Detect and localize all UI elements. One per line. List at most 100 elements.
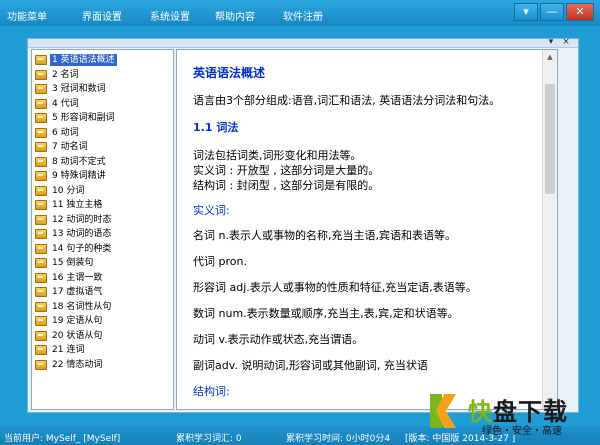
tree-item-label: 5 形容词和副词 [52,113,115,123]
tree-item-label: 22 情态动词 [52,359,103,370]
book-icon [35,84,47,94]
content-subheading: 实义词: [193,204,230,217]
book-icon [35,113,47,123]
tree-item-label: 20 状语从句 [52,330,103,341]
tree-item[interactable]: 17 虚拟语气 [35,286,104,298]
tree-item[interactable]: 20 状语从句 [35,330,104,342]
tree-item[interactable]: 3 冠词和数词 [35,83,108,95]
book-icon [35,69,47,80]
frame-header: ▾ × [28,37,578,48]
book-icon [35,229,47,239]
content-paragraph: 代词 pron. [193,255,247,268]
book-icon [35,127,47,138]
status-words: 累积学习词汇: 0 [176,434,242,444]
content-paragraph: 词法包括词类,词形变化和用法等。 [193,149,362,162]
tree-item-label: 15 倒装句 [52,258,94,268]
tree-item-label: 1 英语语法概述 [50,54,117,66]
tree-item-label: 18 名词性从句 [52,301,112,312]
tree-item[interactable]: 15 倒装句 [35,257,95,269]
book-icon [35,243,47,254]
dropdown-button[interactable]: ▾ [514,3,538,21]
tree-item[interactable]: 8 动词不定式 [35,156,108,168]
tree-item[interactable]: 9 特殊词精讲 [35,170,108,182]
content-body: 英语语法概述 语言由3个部分组成:语音,词汇和语法, 英语语法分词法和句法。 1… [193,65,543,399]
menu-register[interactable]: 软件注册 [283,8,323,23]
tree-item-label: 19 定语从句 [52,316,103,326]
tree-item-label: 11 独立主格 [52,200,103,210]
frame-tools: ▾ × [542,37,572,47]
content-paragraph: 副词adv. 说明动词,形容词或其他副词, 充当状语 [193,359,428,372]
frame-close-icon[interactable]: × [560,37,572,47]
book-icon [35,272,47,283]
window-controls: ▾ — ✕ [512,3,594,21]
chapter-tree[interactable]: 1 英语语法概述 2 名词 3 冠词和数词 4 代词 5 形容词和副词 6 动词 7 动名词… [31,49,174,410]
tree-item-label: 4 代词 [52,98,79,109]
content-paragraph: 结构词 : 封闭型 , 这部分词是有限的。 [193,179,380,192]
tree-item-label: 10 分词 [52,185,85,196]
tree-item[interactable]: 22 情态动词 [35,359,104,371]
watermark-subtitle: 绿色・安全・高速 [482,426,562,437]
content-title: 英语语法概述 [193,66,266,80]
tree-item-label: 13 动词的语态 [52,229,112,239]
menu-ui-settings[interactable]: 界面设置 [82,8,122,23]
book-icon [35,301,47,312]
minimize-button[interactable]: — [540,3,564,21]
close-button[interactable]: ✕ [566,3,594,21]
tree-item[interactable]: 18 名词性从句 [35,301,113,313]
book-icon [35,55,47,65]
book-icon [35,330,47,341]
book-icon [35,185,47,196]
content-paragraph: 名词 n.表示人或事物的名称,充当主语,宾语和表语等。 [193,229,456,242]
book-icon [35,142,47,152]
kuaipan-logo-icon [430,394,456,428]
status-user: 当前用户: MySelf_ [MySelf] [4,434,121,444]
tree-item[interactable]: 7 动名词 [35,141,90,153]
tree-item[interactable]: 21 连词 [35,344,86,356]
tree-item-label: 3 冠词和数词 [52,84,106,94]
tree-item[interactable]: 2 名词 [35,69,81,81]
book-icon [35,359,47,370]
menu-function[interactable]: 功能菜单 [7,8,47,23]
tree-item-label: 2 名词 [52,69,79,80]
book-icon [35,171,47,181]
tree-item-label: 8 动词不定式 [52,156,106,167]
tree-item-label: 16 主谓一致 [52,272,103,283]
tree-item[interactable]: 16 主谓一致 [35,272,104,284]
tree-item[interactable]: 12 动词的时态 [35,214,113,226]
book-icon [35,258,47,268]
content-section-heading: 1.1 词法 [193,121,239,134]
content-intro: 语言由3个部分组成:语音,词汇和语法, 英语语法分词法和句法。 [193,94,501,107]
content-scrollbar[interactable]: ▲ ▼ [542,50,557,409]
content-paragraph: 动词 v.表示动作或状态,充当谓语。 [193,333,364,346]
content-paragraph: 数词 num.表示数量或顺序,充当主,表,宾,定和状语等。 [193,307,459,320]
tree-item[interactable]: 19 定语从句 [35,315,104,327]
pin-icon[interactable]: ▾ [545,37,557,47]
menu-help[interactable]: 帮助内容 [215,8,255,23]
book-icon [35,214,47,225]
tree-item-label: 14 句子的种类 [52,243,112,254]
book-icon [35,98,47,109]
content-panel[interactable]: 英语语法概述 语言由3个部分组成:语音,词汇和语法, 英语语法分词法和句法。 1… [176,49,558,410]
tree-item[interactable]: 4 代词 [35,98,81,110]
tree-item-label: 17 虚拟语气 [52,287,103,297]
tree-item[interactable]: 1 英语语法概述 [35,54,117,66]
tree-item-label: 6 动词 [52,127,79,138]
tree-item[interactable]: 5 形容词和副词 [35,112,117,124]
scroll-thumb[interactable] [545,84,555,194]
content-paragraph: 形容词 adj.表示人或事物的性质和特征,充当定语,表语等。 [193,281,477,294]
watermark: 快盘下载 绿色・安全・高速 [420,388,600,438]
status-time: 累积学习时间: 0小时0分4 [286,434,391,444]
tree-item-label: 7 动名词 [52,142,88,152]
tree-item[interactable]: 6 动词 [35,127,81,139]
menu-bar: 功能菜单 界面设置 系统设置 帮助内容 软件注册 ▾ — ✕ [0,0,600,26]
tree-item-label: 9 特殊词精讲 [52,171,106,181]
tree-item[interactable]: 13 动词的语态 [35,228,113,240]
tree-item[interactable]: 10 分词 [35,185,86,197]
tree-item[interactable]: 11 独立主格 [35,199,104,211]
tree-item-label: 12 动词的时态 [52,214,112,225]
scroll-up-icon[interactable]: ▲ [545,52,555,62]
content-paragraph: 实义词 : 开放型 , 这部分词是大量的。 [193,164,380,177]
menu-system-settings[interactable]: 系统设置 [150,8,190,23]
book-icon [35,345,47,355]
tree-item[interactable]: 14 句子的种类 [35,243,113,255]
